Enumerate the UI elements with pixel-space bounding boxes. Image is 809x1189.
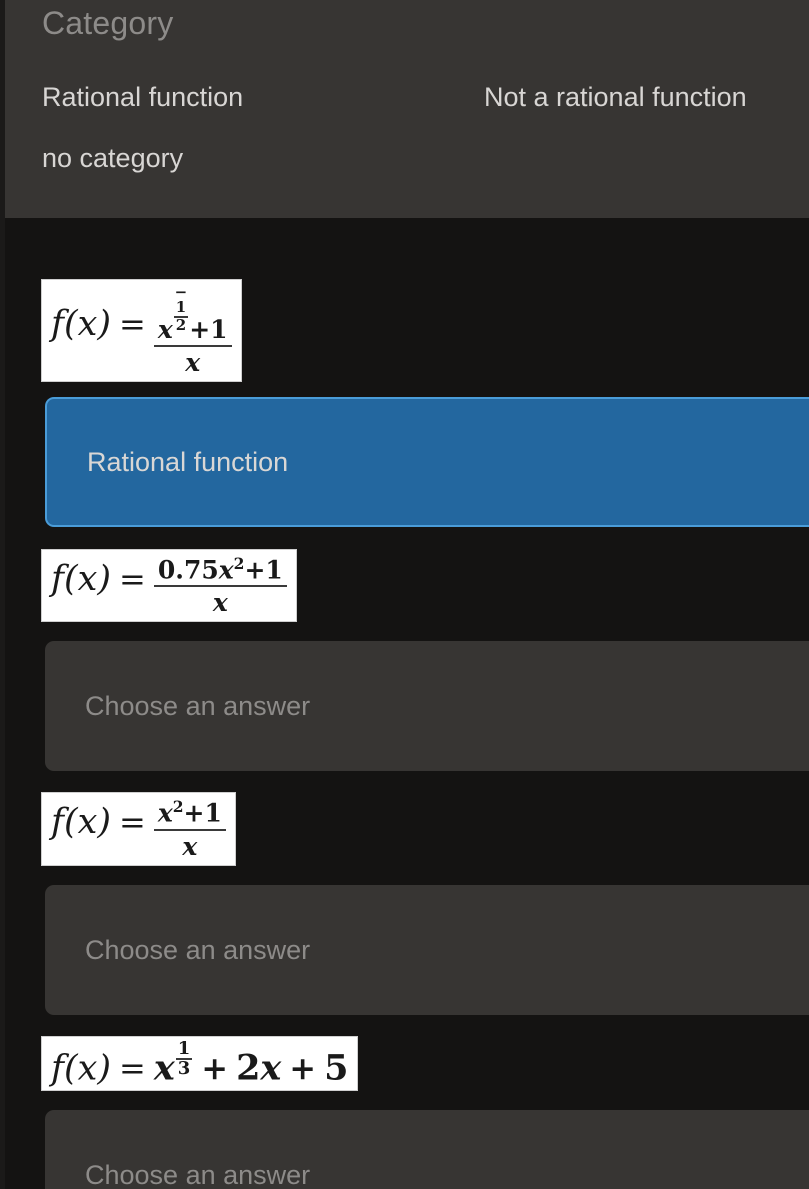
answer-placeholder: Choose an answer: [85, 691, 311, 722]
question-item: f(x) = x− 1 2 +1 x: [5, 218, 809, 382]
formula-image: f(x) = 0.75x2+1 x: [41, 548, 297, 623]
category-option-not-a-rational-function[interactable]: Not a rational function: [484, 80, 747, 114]
category-legend-panel: Category Rational function Not a rationa…: [0, 0, 809, 218]
answer-placeholder: Choose an answer: [85, 1160, 311, 1189]
question-item: f(x) = x2+1 x: [5, 771, 809, 866]
answer-dropdown-empty[interactable]: Choose an answer: [45, 1110, 809, 1189]
answer-dropdown-empty[interactable]: Choose an answer: [45, 641, 809, 772]
question-item: f(x) = x 1 3 +2x +5: [5, 1015, 809, 1092]
category-option-rational-function[interactable]: Rational function: [42, 80, 243, 114]
answer-placeholder: Choose an answer: [85, 934, 311, 965]
formula-image: f(x) = x− 1 2 +1 x: [41, 279, 242, 382]
answer-dropdown-selected[interactable]: Rational function: [45, 396, 809, 527]
category-legend-title: Category: [42, 5, 174, 41]
question-list: f(x) = x− 1 2 +1 x Rational function f(x) = 0.75…: [0, 218, 809, 1189]
answer-dropdown-empty[interactable]: Choose an answer: [45, 884, 809, 1015]
formula-image: f(x) = x2+1 x: [41, 792, 236, 866]
formula-image: f(x) = x 1 3 +2x +5: [41, 1035, 359, 1092]
category-option-no-category[interactable]: no category: [42, 141, 183, 175]
quiz-screen: Category Rational function Not a rationa…: [0, 0, 809, 1189]
question-item: f(x) = 0.75x2+1 x: [5, 527, 809, 623]
answer-value: Rational function: [87, 446, 289, 477]
